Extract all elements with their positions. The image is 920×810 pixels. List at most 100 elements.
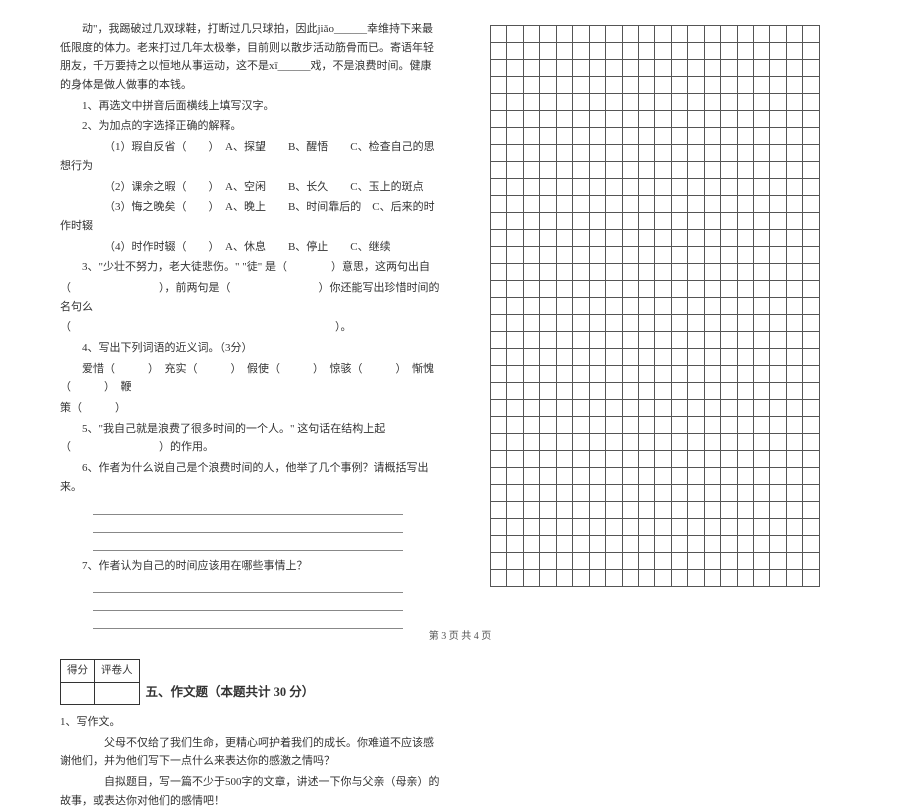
essay-grid-cell[interactable] — [622, 315, 638, 332]
essay-grid-cell[interactable] — [803, 383, 820, 400]
essay-grid-cell[interactable] — [737, 434, 753, 451]
essay-grid-cell[interactable] — [786, 60, 802, 77]
essay-grid-cell[interactable] — [704, 519, 720, 536]
essay-grid-cell[interactable] — [754, 553, 770, 570]
essay-grid-cell[interactable] — [638, 553, 654, 570]
essay-grid-cell[interactable] — [803, 485, 820, 502]
essay-grid-cell[interactable] — [556, 468, 572, 485]
essay-grid-cell[interactable] — [704, 145, 720, 162]
essay-grid-cell[interactable] — [589, 43, 605, 60]
essay-grid-cell[interactable] — [491, 111, 507, 128]
essay-grid-cell[interactable] — [507, 400, 523, 417]
essay-grid-cell[interactable] — [573, 502, 589, 519]
essay-grid-cell[interactable] — [688, 298, 704, 315]
essay-grid-cell[interactable] — [540, 26, 556, 43]
essay-grid-cell[interactable] — [770, 298, 786, 315]
essay-grid-cell[interactable] — [638, 434, 654, 451]
essay-grid-cell[interactable] — [737, 519, 753, 536]
essay-grid-cell[interactable] — [737, 162, 753, 179]
essay-grid-cell[interactable] — [573, 383, 589, 400]
essay-grid-cell[interactable] — [803, 519, 820, 536]
essay-grid-cell[interactable] — [573, 315, 589, 332]
essay-grid-cell[interactable] — [491, 349, 507, 366]
essay-grid-cell[interactable] — [622, 383, 638, 400]
essay-grid-cell[interactable] — [721, 332, 737, 349]
essay-grid-cell[interactable] — [770, 213, 786, 230]
essay-grid-cell[interactable] — [704, 77, 720, 94]
essay-grid-cell[interactable] — [721, 451, 737, 468]
essay-writing-grid[interactable] — [490, 25, 820, 587]
essay-grid-cell[interactable] — [540, 213, 556, 230]
essay-grid-cell[interactable] — [770, 536, 786, 553]
essay-grid-cell[interactable] — [622, 213, 638, 230]
essay-grid-cell[interactable] — [671, 570, 687, 587]
essay-grid-cell[interactable] — [556, 519, 572, 536]
essay-grid-cell[interactable] — [556, 111, 572, 128]
essay-grid-cell[interactable] — [655, 332, 671, 349]
essay-grid-cell[interactable] — [540, 366, 556, 383]
essay-grid-cell[interactable] — [540, 128, 556, 145]
essay-grid-cell[interactable] — [737, 468, 753, 485]
essay-grid-cell[interactable] — [507, 298, 523, 315]
essay-grid-cell[interactable] — [688, 230, 704, 247]
essay-grid-cell[interactable] — [754, 128, 770, 145]
essay-grid-cell[interactable] — [655, 94, 671, 111]
essay-grid-cell[interactable] — [754, 298, 770, 315]
essay-grid-cell[interactable] — [573, 553, 589, 570]
essay-grid-cell[interactable] — [688, 315, 704, 332]
essay-grid-cell[interactable] — [754, 247, 770, 264]
essay-grid-cell[interactable] — [786, 230, 802, 247]
essay-grid-cell[interactable] — [589, 94, 605, 111]
essay-grid-cell[interactable] — [540, 77, 556, 94]
essay-grid-cell[interactable] — [638, 570, 654, 587]
essay-grid-cell[interactable] — [491, 298, 507, 315]
essay-grid-cell[interactable] — [507, 264, 523, 281]
essay-grid-cell[interactable] — [704, 111, 720, 128]
essay-grid-cell[interactable] — [589, 264, 605, 281]
essay-grid-cell[interactable] — [671, 332, 687, 349]
essay-grid-cell[interactable] — [573, 570, 589, 587]
essay-grid-cell[interactable] — [688, 519, 704, 536]
essay-grid-cell[interactable] — [737, 536, 753, 553]
essay-grid-cell[interactable] — [786, 468, 802, 485]
essay-grid-cell[interactable] — [622, 128, 638, 145]
essay-grid-cell[interactable] — [721, 128, 737, 145]
essay-grid-cell[interactable] — [638, 213, 654, 230]
essay-grid-cell[interactable] — [671, 196, 687, 213]
essay-grid-cell[interactable] — [803, 196, 820, 213]
essay-grid-cell[interactable] — [491, 264, 507, 281]
essay-grid-cell[interactable] — [573, 434, 589, 451]
essay-grid-cell[interactable] — [573, 281, 589, 298]
essay-grid-cell[interactable] — [721, 60, 737, 77]
essay-grid-cell[interactable] — [721, 570, 737, 587]
essay-grid-cell[interactable] — [638, 179, 654, 196]
essay-grid-cell[interactable] — [540, 145, 556, 162]
essay-grid-cell[interactable] — [688, 43, 704, 60]
essay-grid-cell[interactable] — [507, 128, 523, 145]
grader-cell[interactable] — [95, 683, 140, 705]
essay-grid-cell[interactable] — [671, 179, 687, 196]
essay-grid-cell[interactable] — [589, 230, 605, 247]
essay-grid-cell[interactable] — [507, 417, 523, 434]
essay-grid-cell[interactable] — [523, 162, 539, 179]
essay-grid-cell[interactable] — [655, 26, 671, 43]
essay-grid-cell[interactable] — [803, 247, 820, 264]
essay-grid-cell[interactable] — [803, 400, 820, 417]
essay-grid-cell[interactable] — [688, 417, 704, 434]
essay-grid-cell[interactable] — [540, 400, 556, 417]
essay-grid-cell[interactable] — [491, 162, 507, 179]
essay-grid-cell[interactable] — [688, 162, 704, 179]
essay-grid-cell[interactable] — [655, 162, 671, 179]
essay-grid-cell[interactable] — [754, 315, 770, 332]
essay-grid-cell[interactable] — [507, 247, 523, 264]
essay-grid-cell[interactable] — [754, 536, 770, 553]
essay-grid-cell[interactable] — [606, 315, 622, 332]
essay-grid-cell[interactable] — [655, 77, 671, 94]
essay-grid-cell[interactable] — [754, 43, 770, 60]
essay-grid-cell[interactable] — [523, 400, 539, 417]
answer-line[interactable] — [93, 517, 403, 533]
essay-grid-cell[interactable] — [638, 400, 654, 417]
essay-grid-cell[interactable] — [671, 451, 687, 468]
essay-grid-cell[interactable] — [589, 60, 605, 77]
essay-grid-cell[interactable] — [573, 332, 589, 349]
